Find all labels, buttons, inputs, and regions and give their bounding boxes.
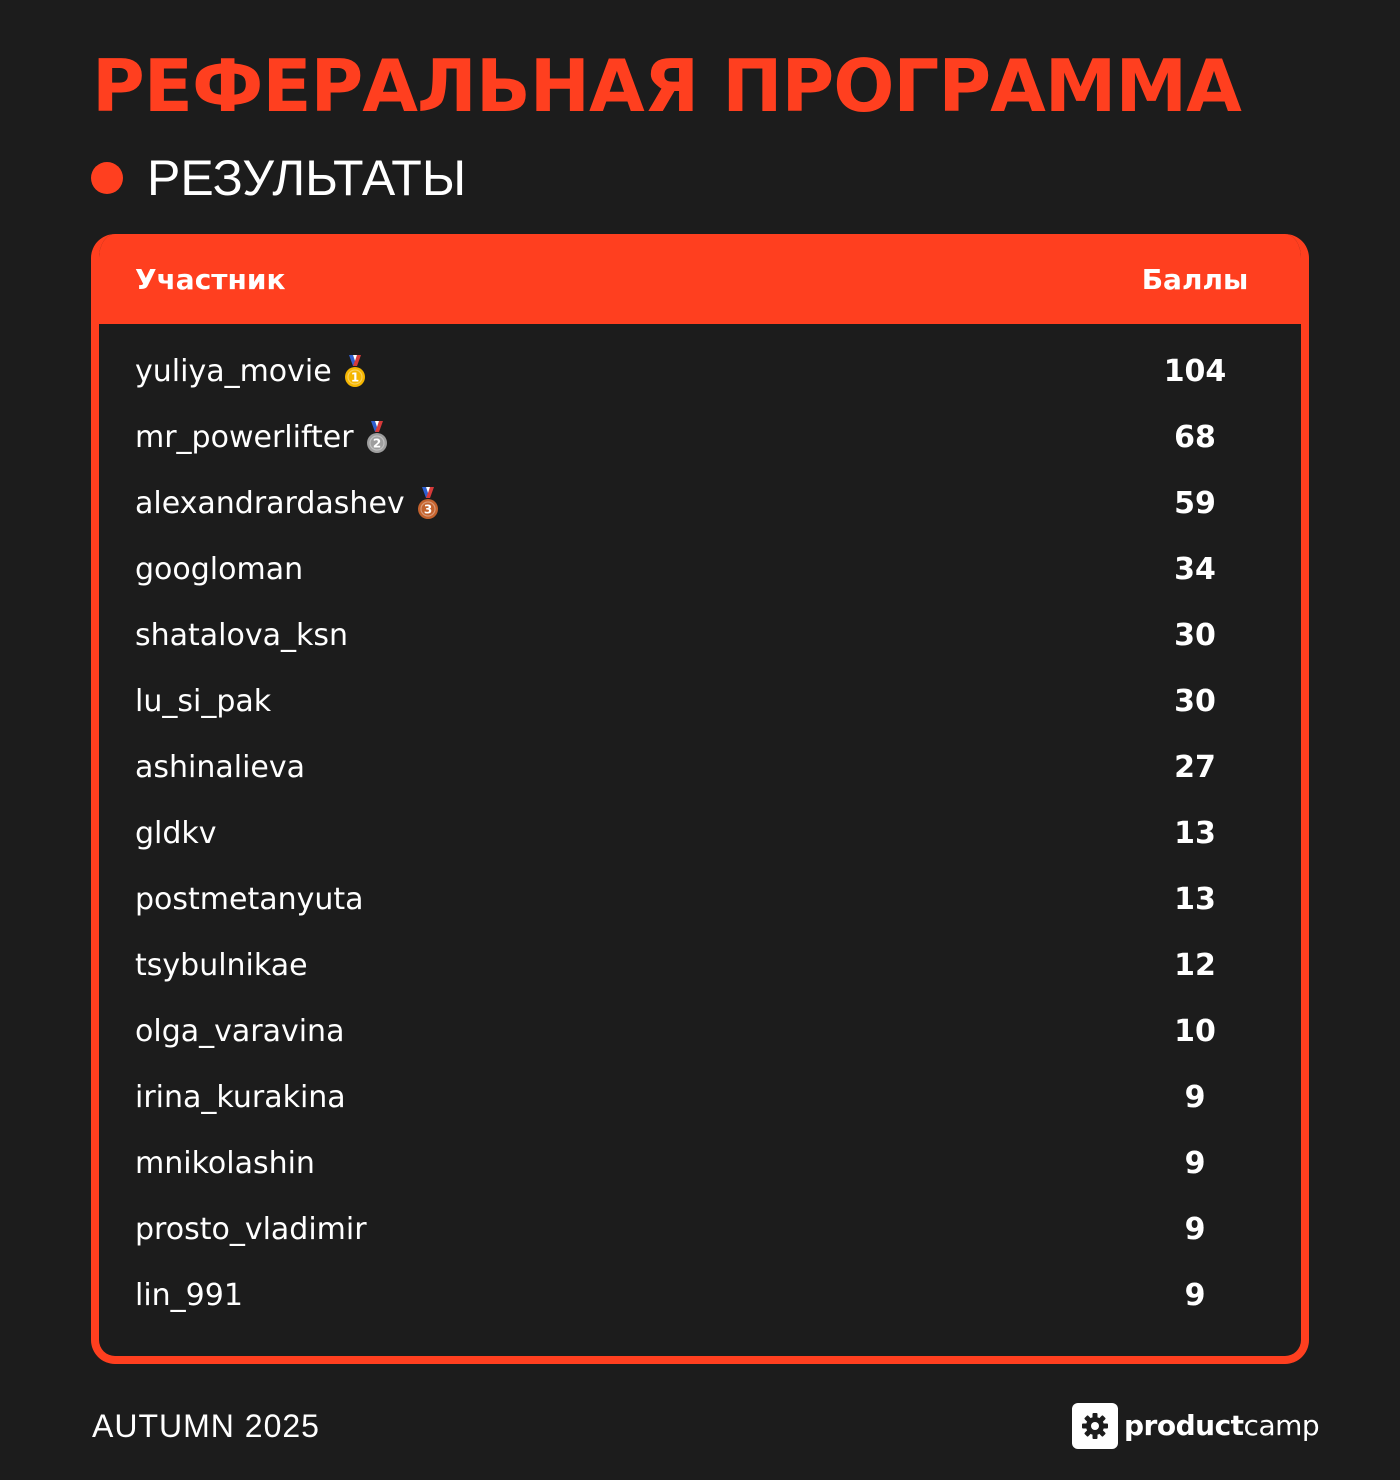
participant-cell: mnikolashin [135,1144,315,1184]
score-cell: 9 [1184,1146,1206,1181]
participant-name: postmetanyuta [135,882,364,917]
score-cell: 12 [1174,948,1216,983]
participant-name: ashinalieva [135,750,306,785]
score-cell: 9 [1184,1212,1206,1247]
score-cell: 13 [1174,882,1216,917]
participant-cell: olga_varavina [135,1012,344,1052]
table-row: prosto_vladimir 9 [99,1198,1301,1264]
page-title: РЕФЕРАЛЬНАЯ ПРОГРАММА [92,44,1242,128]
score-cell: 9 [1184,1080,1206,1115]
logo-word-camp: camp [1243,1409,1320,1442]
season-label: AUTUMN 2025 [92,1408,320,1444]
participant-name: lin_991 [135,1278,243,1313]
subtitle-row: РЕЗУЛЬТАТЫ [91,146,466,210]
medal-rank: 2 [372,437,380,451]
participant-cell: lu_si_pak [135,682,271,722]
score-cell: 104 [1163,354,1227,389]
participant-cell: ashinalieva [135,748,305,788]
participant-cell: yuliya_movie 1 [135,352,368,392]
participant-name: googloman [135,552,304,587]
table-row: mr_powerlifter 2 68 [99,406,1301,472]
productcamp-logo: productcamp [1072,1403,1320,1449]
gear-icon [1072,1403,1118,1449]
participant-cell: tsybulnikae [135,946,308,986]
participant-name: prosto_vladimir [135,1212,367,1247]
table-row: tsybulnikae 12 [99,934,1301,1000]
results-table: Участник Баллы yuliya_movie 1 104 mr_powerl… [91,234,1309,1364]
medal-rank: 3 [423,503,431,517]
table-body: yuliya_movie 1 104 mr_powerlifter 2 68 alexand… [99,340,1301,1330]
participant-name: olga_varavina [135,1014,345,1049]
score-cell: 59 [1174,486,1216,521]
participant-cell: prosto_vladimir [135,1210,367,1250]
score-cell: 10 [1174,1014,1216,1049]
score-cell: 27 [1174,750,1216,785]
participant-name: alexandrardashev [135,486,405,521]
table-row: shatalova_ksn 30 [99,604,1301,670]
participant-cell: alexandrardashev 3 [135,484,441,524]
score-cell: 13 [1174,816,1216,851]
participant-name: mnikolashin [135,1146,315,1181]
table-row: postmetanyuta 13 [99,868,1301,934]
participant-cell: gldkv [135,814,217,854]
participant-name: mr_powerlifter [135,420,354,455]
participant-name: gldkv [135,816,217,851]
score-cell: 34 [1174,552,1216,587]
table-row: lu_si_pak 30 [99,670,1301,736]
table-row: irina_kurakina 9 [99,1066,1301,1132]
participant-cell: postmetanyuta [135,880,364,920]
page-subtitle: РЕЗУЛЬТАТЫ [147,150,467,206]
participant-name: tsybulnikae [135,948,308,983]
score-cell: 30 [1174,684,1216,719]
participant-name: shatalova_ksn [135,618,349,653]
header-score: Баллы [1141,263,1249,296]
participant-name: irina_kurakina [135,1080,346,1115]
score-cell: 68 [1174,420,1216,455]
table-row: alexandrardashev 3 59 [99,472,1301,538]
table-row: lin_991 9 [99,1264,1301,1330]
score-cell: 9 [1184,1278,1206,1313]
silver-medal-icon: 2 [366,421,387,453]
header-participant: Участник [135,263,286,296]
bullet-dot [91,162,123,194]
table-header: Участник Баллы [99,234,1301,324]
table-row: ashinalieva 27 [99,736,1301,802]
table-row: yuliya_movie 1 104 [99,340,1301,406]
participant-cell: shatalova_ksn [135,616,348,656]
bronze-medal-icon: 3 [417,487,438,519]
participant-cell: googloman [135,550,303,590]
table-row: olga_varavina 10 [99,1000,1301,1066]
participant-name: lu_si_pak [135,684,272,719]
table-row: mnikolashin 9 [99,1132,1301,1198]
score-cell: 30 [1174,618,1216,653]
medal-rank: 1 [351,371,359,385]
logo-wordmark: productcamp [1124,1406,1320,1446]
participant-cell: mr_powerlifter 2 [135,418,390,458]
participant-cell: irina_kurakina [135,1078,346,1118]
table-row: gldkv 13 [99,802,1301,868]
logo-word-product: product [1124,1409,1244,1442]
table-row: googloman 34 [99,538,1301,604]
participant-name: yuliya_movie [135,354,332,389]
gold-medal-icon: 1 [344,355,365,387]
participant-cell: lin_991 [135,1276,243,1316]
